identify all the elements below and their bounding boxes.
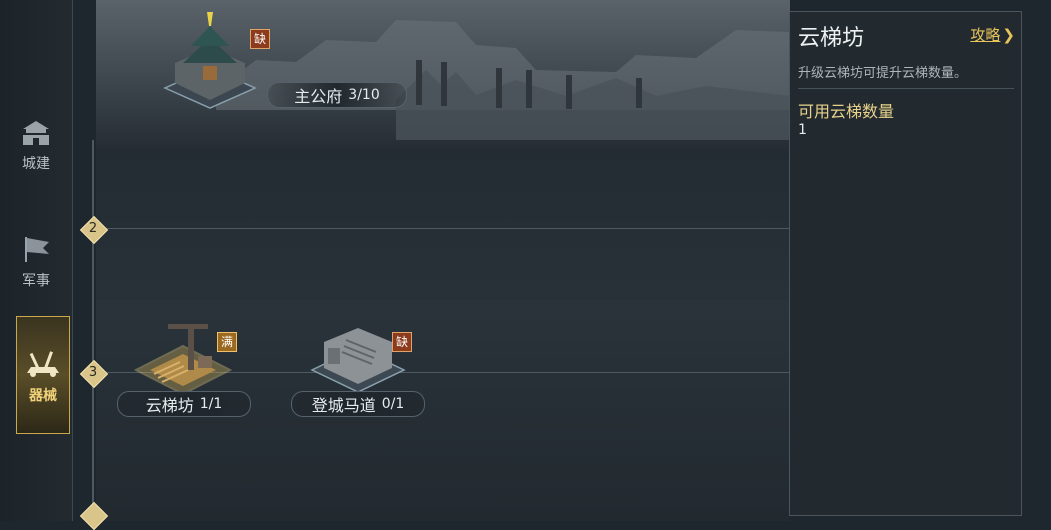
sidebar-item-label: 城建: [22, 156, 50, 172]
rampart-path-label[interactable]: 登城马道 0/1: [291, 391, 425, 417]
main-hall-label[interactable]: 主公府 3/10: [267, 82, 407, 108]
sidebar-item-military[interactable]: 军事: [0, 222, 72, 302]
building-count: 1/1: [199, 396, 223, 412]
main-hall-icon: [163, 12, 257, 109]
siege-weapon-icon: [27, 351, 59, 377]
chevron-right-icon: ❯: [1002, 26, 1015, 44]
building-detail-panel: 云梯坊 攻略 ❯ 升级云梯坊可提升云梯数量。 可用云梯数量 1: [789, 11, 1022, 516]
guide-link-label: 攻略: [970, 26, 1001, 44]
tier-timeline: [92, 140, 94, 521]
tier-band: [96, 150, 790, 300]
stat-label: 可用云梯数量: [798, 102, 895, 121]
building-count: 3/10: [348, 87, 380, 103]
building-name: 登城马道: [311, 396, 376, 415]
panel-title: 云梯坊: [798, 26, 865, 51]
building-count: 0/1: [381, 396, 405, 412]
city-gate-icon: [23, 121, 49, 145]
tier-divider: [100, 228, 790, 229]
battle-flag-icon: [25, 237, 49, 262]
ladder-workshop-building[interactable]: [128, 312, 238, 398]
shortage-badge: 缺: [392, 332, 412, 352]
main-hall-building[interactable]: [145, 8, 275, 118]
sidebar-item-siege[interactable]: 器械: [16, 316, 70, 434]
sidebar-item-city[interactable]: 城建: [0, 105, 72, 185]
tier-number: 2: [88, 221, 98, 236]
sidebar-item-label: 器械: [29, 388, 57, 404]
shortage-badge: 缺: [250, 29, 270, 49]
category-sidebar: 城建 军事 器械: [0, 0, 73, 521]
stat-value: 1: [798, 122, 807, 138]
building-name: 云梯坊: [145, 396, 194, 415]
divider: [798, 88, 1014, 89]
ladder-workshop-icon: [133, 324, 233, 396]
building-name: 主公府: [294, 87, 343, 106]
full-badge: 满: [217, 332, 237, 352]
sidebar-item-label: 军事: [22, 273, 50, 289]
ladder-workshop-label[interactable]: 云梯坊 1/1: [117, 391, 251, 417]
panel-description: 升级云梯坊可提升云梯数量。: [798, 66, 968, 81]
guide-link[interactable]: 攻略 ❯: [970, 24, 1015, 45]
tier-number: 3: [88, 365, 98, 380]
